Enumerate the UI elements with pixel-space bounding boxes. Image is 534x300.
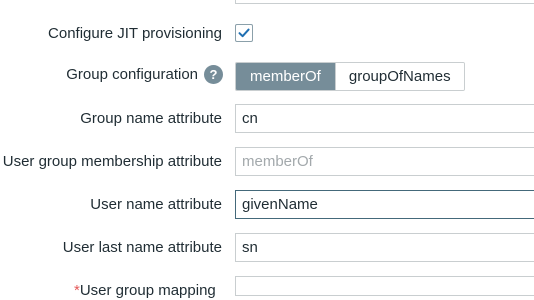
user-group-mapping-label-wrap: *User group mapping xyxy=(74,282,216,300)
group-configuration-label: Group configuration xyxy=(66,65,198,83)
user-group-membership-attribute-label: User group membership attribute xyxy=(2,153,222,170)
previous-field-input[interactable] xyxy=(235,0,534,4)
user-name-attribute-input[interactable]: givenName xyxy=(235,190,534,219)
group-name-attribute-input[interactable]: cn xyxy=(235,104,534,133)
question-mark-icon[interactable]: ? xyxy=(204,65,223,84)
user-group-mapping-field[interactable] xyxy=(235,276,534,296)
jit-provisioning-label: Configure JIT provisioning xyxy=(48,25,222,42)
group-configuration-toggle: memberOf groupOfNames xyxy=(235,62,465,91)
option-groupofnames-button[interactable]: groupOfNames xyxy=(334,63,464,90)
option-memberof-button[interactable]: memberOf xyxy=(236,63,335,90)
group-name-attribute-label: Group name attribute xyxy=(80,110,222,127)
user-last-name-attribute-label: User last name attribute xyxy=(62,239,222,256)
user-name-attribute-label: User name attribute xyxy=(90,196,222,213)
user-group-membership-attribute-input[interactable]: memberOf xyxy=(235,147,534,176)
checkmark-icon xyxy=(238,28,250,38)
group-configuration-label-wrap: Group configuration ? xyxy=(66,65,223,84)
user-last-name-attribute-input[interactable]: sn xyxy=(235,233,534,262)
jit-provisioning-checkbox[interactable] xyxy=(235,24,253,42)
user-group-mapping-label: User group mapping xyxy=(79,282,216,299)
